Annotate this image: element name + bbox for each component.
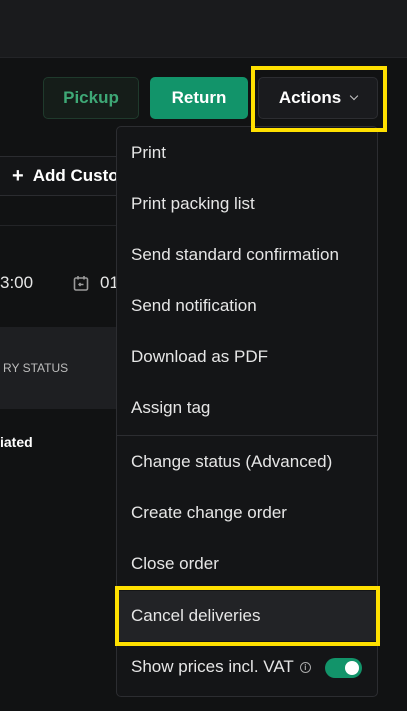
chevron-down-icon [349,91,359,101]
menu-item-send-notification[interactable]: Send notification [117,282,377,330]
delivery-status-column-header: RY STATUS [0,327,120,409]
menu-item-label: Close order [131,554,219,573]
vat-toggle[interactable] [325,658,362,678]
menu-item-print-packing-list[interactable]: Print packing list [117,180,377,228]
add-customer-button[interactable]: + Add Customer [0,156,124,196]
calendar-return-icon [73,276,89,291]
divider [0,225,120,226]
toggle-knob [345,661,359,675]
menu-item-create-change-order[interactable]: Create change order [117,489,377,537]
menu-item-label: Print [131,143,166,162]
menu-item-label: Download as PDF [131,347,269,366]
vat-toggle-row: Show prices incl. VAT i [117,642,377,692]
return-button-label: Return [171,88,227,107]
menu-item-download-pdf[interactable]: Download as PDF [117,333,377,381]
menu-item-close-order[interactable]: Close order [117,540,377,588]
actions-button[interactable]: Actions [258,77,378,119]
menu-item-label: Send notification [131,296,257,315]
actions-button-label: Actions [278,88,342,107]
pickup-button-label: Pickup [63,88,119,107]
menu-item-label: Create change order [131,503,287,522]
menu-item-print[interactable]: Print [117,129,377,177]
vat-label: Show prices incl. VAT [131,657,294,676]
menu-item-change-status[interactable]: Change status (Advanced) [117,438,377,486]
pickup-button[interactable]: Pickup [43,77,139,119]
time-value: 3:00 [0,273,34,292]
menu-item-label: Send standard confirmation [131,245,339,264]
menu-item-label: Cancel deliveries [131,606,261,625]
menu-item-label: Print packing list [131,194,255,213]
menu-item-label: Change status (Advanced) [131,452,333,471]
menu-divider [117,435,377,436]
status-header-label: RY STATUS [3,361,69,375]
plus-icon: + [12,164,24,187]
date-value: 01 [100,273,116,292]
info-icon: i [299,661,311,673]
menu-item-assign-tag[interactable]: Assign tag [117,384,377,432]
actions-menu: Print Print packing list Send standard c… [116,126,378,697]
menu-item-send-standard-confirmation[interactable]: Send standard confirmation [117,231,377,279]
return-button[interactable]: Return [150,77,248,119]
menu-item-cancel-deliveries[interactable]: Cancel deliveries [117,591,377,641]
menu-item-label: Assign tag [131,398,211,417]
add-customer-label: Add Customer [32,166,123,185]
top-bar [0,0,407,58]
status-value: iated [0,434,33,450]
